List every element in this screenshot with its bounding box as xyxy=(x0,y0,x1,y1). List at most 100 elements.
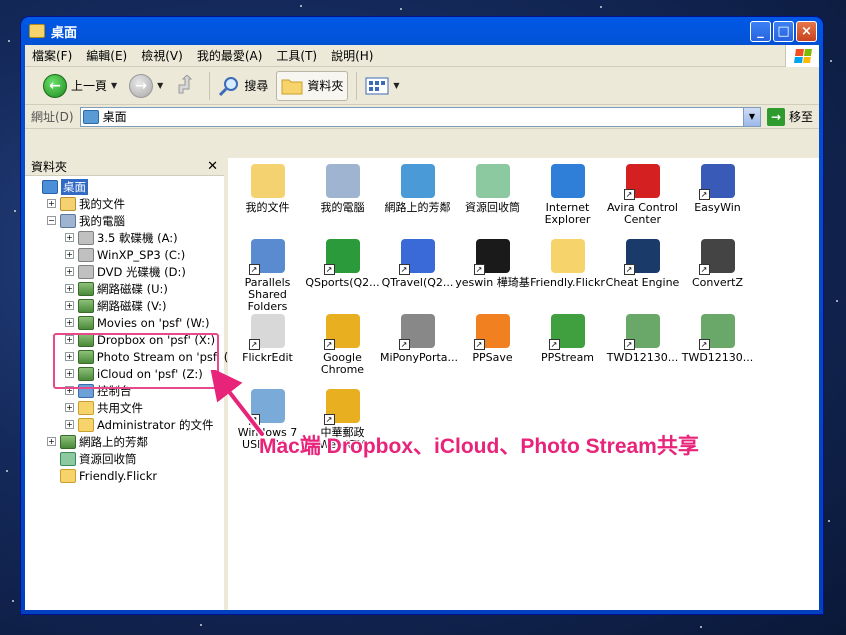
tree-node[interactable]: +3.5 軟碟機 (A:) xyxy=(25,229,224,246)
tree-node[interactable]: + 網路磁碟 (U:) xyxy=(25,280,224,297)
menu-view[interactable]: 檢視(V) xyxy=(134,45,190,66)
star xyxy=(300,5,302,7)
go-button[interactable]: → 移至 xyxy=(761,107,819,126)
desktop-icon-item[interactable]: 網路上的芳鄰 xyxy=(380,164,455,214)
desktop-icon-item[interactable]: ↗ Google Chrome xyxy=(305,314,380,376)
menu-edit[interactable]: 編輯(E) xyxy=(79,45,134,66)
tree-node-label: 資源回收筒 xyxy=(79,451,137,466)
shortcut-arrow-icon: ↗ xyxy=(698,264,710,275)
go-label: 移至 xyxy=(788,110,813,124)
recycle-icon xyxy=(60,451,76,466)
desktop-icon-item[interactable]: ↗ ConvertZ xyxy=(680,239,755,289)
folder-pane: 資料夾 ✕ 桌面 + 我的文件 − 我的電腦 +3.5 軟碟機 (A:) + WinXP_SP… xyxy=(25,158,242,610)
expand-icon[interactable]: + xyxy=(47,199,56,208)
tree-node[interactable]: + Administrator 的文件 xyxy=(25,416,224,433)
tree-node-label: 桌面 xyxy=(61,178,88,195)
tree-node[interactable]: + DVD 光碟機 (D:) xyxy=(25,263,224,280)
desktop-icon-item[interactable]: ↗ EasyWin xyxy=(680,164,755,214)
tree-node-label: 網路上的芳鄰 xyxy=(79,434,148,449)
minimize-button[interactable]: _ xyxy=(750,20,771,42)
tree-node[interactable]: + WinXP_SP3 (C:) xyxy=(25,246,224,263)
tree-node[interactable]: Friendly.Flickr xyxy=(25,467,224,484)
shortcut-arrow-icon: ↗ xyxy=(548,339,560,350)
desktop-icon-item[interactable]: ↗ Cheat Engine xyxy=(605,239,680,289)
tree-node[interactable]: + 共用文件 xyxy=(25,399,224,416)
desktop-icon-label: Avira Control Center xyxy=(607,201,678,226)
expand-icon[interactable]: + xyxy=(65,301,74,310)
program-icon xyxy=(475,164,510,198)
tree-node[interactable]: + 網路磁碟 (V:) xyxy=(25,297,224,314)
desktop-icon-item[interactable]: ↗ QSports(Q2... xyxy=(305,239,380,289)
folders-button[interactable]: 資料夾 xyxy=(276,70,349,101)
desktop-icon-item[interactable]: ↗ yeswin 樺琦基 xyxy=(455,239,530,289)
pc-icon xyxy=(60,213,76,228)
folder-icon xyxy=(78,417,94,432)
tree-node[interactable]: + 我的文件 xyxy=(25,195,224,212)
tree-node[interactable]: + 網路上的芳鄰 xyxy=(25,433,224,450)
chevron-down-icon[interactable]: ▼ xyxy=(111,81,117,90)
chevron-down-icon[interactable]: ▼ xyxy=(157,81,163,90)
address-label: 網址(D) xyxy=(31,110,74,124)
desktop-icon-item[interactable]: ↗ Parallels Shared Folders xyxy=(230,239,305,313)
menu-tools[interactable]: 工具(T) xyxy=(269,45,324,66)
desktop-icon-item[interactable]: Internet Explorer xyxy=(530,164,605,226)
desktop-icon-item[interactable]: 我的電腦 xyxy=(305,164,380,214)
menu-favorites[interactable]: 我的最愛(A) xyxy=(190,45,270,66)
menu-help[interactable]: 說明(H) xyxy=(324,45,380,66)
chevron-down-icon[interactable]: ▼ xyxy=(742,107,760,126)
close-icon[interactable]: ✕ xyxy=(207,159,218,174)
desktop-icon-label: PPStream xyxy=(540,351,595,364)
expand-icon[interactable]: + xyxy=(65,318,74,327)
desktop-icon-label: Parallels Shared Folders xyxy=(244,276,291,313)
window-title: 桌面 xyxy=(51,25,78,41)
program-icon: ↗ xyxy=(623,239,660,275)
tree-node[interactable]: − 我的電腦 xyxy=(25,212,224,229)
address-input[interactable]: 桌面 ▼ xyxy=(79,106,761,127)
tree-node-label: 3.5 軟碟機 (A:) xyxy=(97,230,178,245)
program-icon xyxy=(550,239,585,273)
star xyxy=(8,40,10,42)
shortcut-arrow-icon: ↗ xyxy=(323,339,335,350)
expand-icon[interactable]: + xyxy=(65,267,74,276)
tree-node[interactable]: 桌面 xyxy=(25,178,224,195)
up-folder-button[interactable] xyxy=(171,71,201,101)
desktop-icon-item[interactable]: ↗ FlickrEdit xyxy=(230,314,305,364)
desktop-icon-item[interactable]: ↗ TWD12130... xyxy=(605,314,680,364)
shortcut-arrow-icon: ↗ xyxy=(473,264,485,275)
search-button[interactable]: 搜尋 xyxy=(214,71,272,101)
desktop-icon-item[interactable]: ↗ PPSave xyxy=(455,314,530,364)
drive-icon xyxy=(78,230,94,245)
program-icon: ↗ xyxy=(698,314,735,350)
expand-icon[interactable]: + xyxy=(65,233,74,242)
desktop-icon-item[interactable]: 資源回收筒 xyxy=(455,164,530,214)
desktop-icon-item[interactable]: ↗ PPStream xyxy=(530,314,605,364)
chevron-down-icon[interactable]: ▼ xyxy=(393,81,399,90)
desktop-icon-label: 我的文件 xyxy=(245,201,290,214)
desktop-icon-item[interactable]: Friendly.Flickr xyxy=(530,239,605,289)
maximize-button[interactable]: □ xyxy=(773,20,794,42)
collapse-icon[interactable]: − xyxy=(47,216,56,225)
desktop-icon-item[interactable]: ↗ MiPonyPorta... xyxy=(380,314,458,364)
menu-file[interactable]: 檔案(F) xyxy=(25,45,79,66)
views-button[interactable]: ▼ xyxy=(361,71,403,101)
desktop-icon-item[interactable]: 我的文件 xyxy=(230,164,305,214)
expand-icon[interactable]: + xyxy=(65,250,74,259)
title-bar[interactable]: 桌面 _ □ × xyxy=(25,17,819,45)
close-button[interactable]: × xyxy=(796,20,817,42)
desktop-icon-item[interactable]: ↗ QTravel(Q2... xyxy=(380,239,455,289)
tree-node[interactable]: + Movies on 'psf' (W:) xyxy=(25,314,224,331)
star xyxy=(700,626,702,628)
folder-icon xyxy=(60,468,76,483)
tree-node[interactable]: 資源回收筒 xyxy=(25,450,224,467)
forward-button[interactable]: → ▼ xyxy=(125,71,167,101)
address-bar: 網址(D) 桌面 ▼ → 移至 xyxy=(25,105,819,129)
shortcut-arrow-icon: ↗ xyxy=(623,339,635,350)
desktop-icon-item[interactable]: ↗ Avira Control Center xyxy=(605,164,680,226)
tree-node-label: Administrator 的文件 xyxy=(97,417,214,432)
expand-icon[interactable]: + xyxy=(65,284,74,293)
expand-icon[interactable]: + xyxy=(47,437,56,446)
expand-icon[interactable]: + xyxy=(65,403,74,412)
desktop-icon-item[interactable]: ↗ TWD12130... xyxy=(680,314,755,364)
back-button[interactable]: ← 上一頁 ▼ xyxy=(39,71,121,101)
expand-icon[interactable]: + xyxy=(65,420,74,429)
